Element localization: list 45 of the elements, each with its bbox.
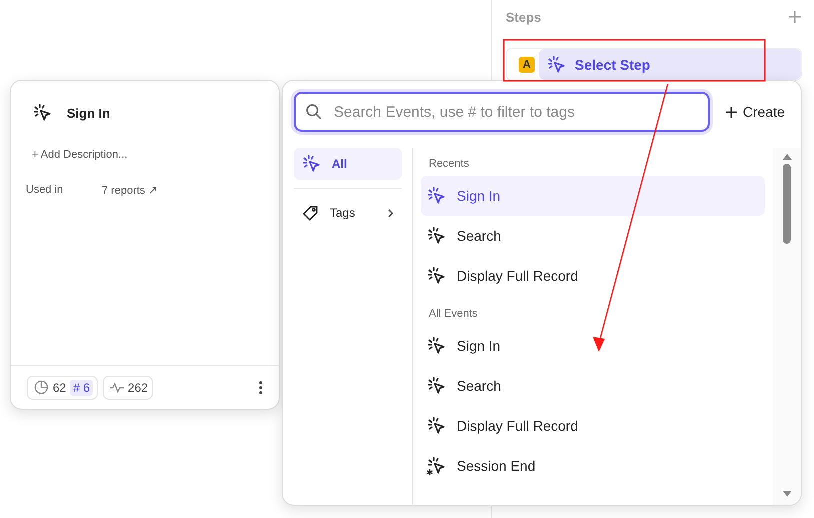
- nav-item[interactable]: All: [294, 148, 402, 180]
- nav-item[interactable]: Tags: [294, 197, 402, 229]
- click-icon: [427, 416, 447, 436]
- scrollbar[interactable]: [773, 148, 801, 505]
- volume-count: 262: [128, 380, 148, 394]
- scroll-down-icon[interactable]: [782, 491, 792, 497]
- add-description-link[interactable]: + Add Description...: [32, 149, 128, 161]
- event-item[interactable]: Sign In: [421, 176, 765, 216]
- scroll-up-icon[interactable]: [782, 154, 792, 160]
- click-icon: [547, 54, 567, 74]
- event-item[interactable]: Display Full Record: [421, 256, 765, 296]
- click-icon: [302, 154, 322, 174]
- chevron-icon: [388, 208, 394, 218]
- click-star-icon: [427, 456, 447, 476]
- click-icon: [427, 376, 447, 396]
- click-icon: [33, 103, 53, 123]
- click-icon: [427, 226, 447, 246]
- reports-link[interactable]: 7 reports ↗: [102, 184, 158, 197]
- panel-title: Steps: [506, 10, 542, 24]
- section-heading: Recents: [428, 157, 470, 172]
- tag-icon: [302, 204, 320, 222]
- event-item[interactable]: Display Full Record: [421, 406, 765, 446]
- section-heading: All Events: [428, 307, 479, 322]
- add-icon: [726, 106, 737, 118]
- event-item[interactable]: Search: [421, 366, 765, 406]
- search-field[interactable]: Search Events, use # to filter to tags: [294, 92, 710, 132]
- search-icon: [306, 104, 322, 120]
- event-item[interactable]: Search: [421, 216, 765, 256]
- used-in-label: Used in: [26, 184, 64, 197]
- activity-icon: [110, 382, 124, 394]
- scrollbar-thumb[interactable]: [783, 164, 791, 244]
- click-icon: [427, 186, 447, 206]
- more-icon[interactable]: [259, 380, 263, 394]
- step-item[interactable]: Select Step: [539, 49, 801, 80]
- add-icon[interactable]: [788, 10, 802, 24]
- create-button[interactable]: Create: [722, 100, 789, 124]
- click-icon: [427, 266, 447, 286]
- step-badge: A: [519, 56, 535, 72]
- pie-chart-icon: [34, 380, 49, 395]
- tag-count: # 6: [70, 380, 94, 396]
- click-icon: [427, 336, 447, 356]
- event-item[interactable]: Sign In: [421, 326, 765, 366]
- report-count: 62: [53, 380, 66, 394]
- event-title: Sign In: [67, 106, 110, 120]
- event-item[interactable]: Session End: [421, 446, 765, 486]
